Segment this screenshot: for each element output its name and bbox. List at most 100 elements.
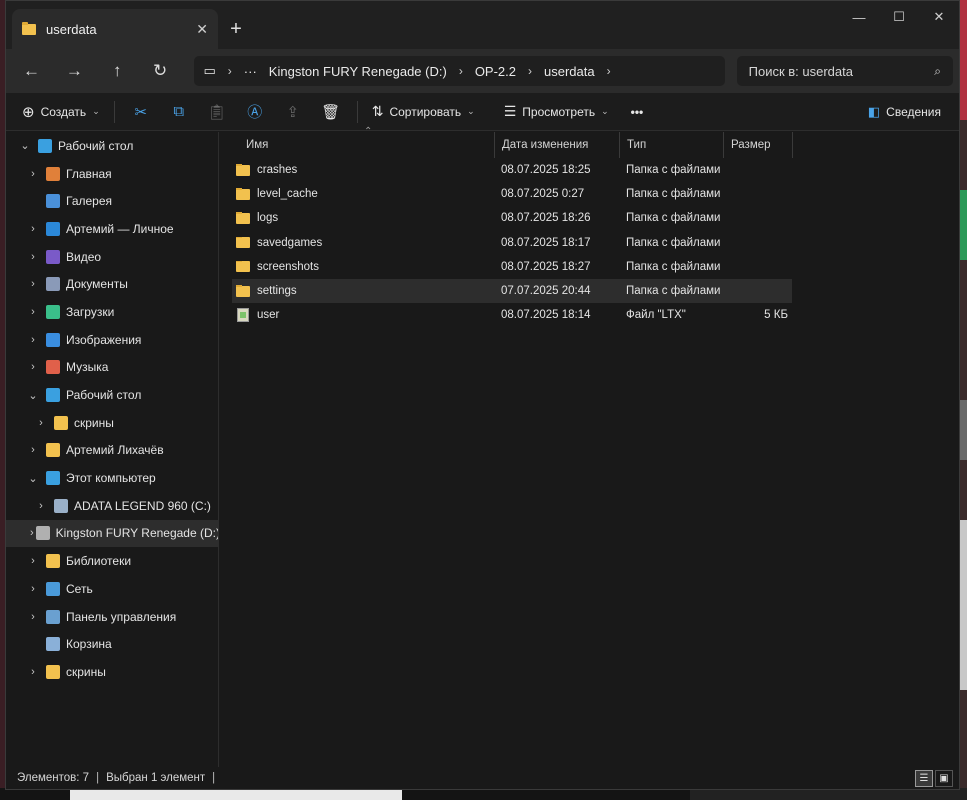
sidebar-item-icon [46, 554, 60, 569]
breadcrumb-userdata[interactable]: userdata [544, 64, 595, 79]
sidebar-item[interactable]: › Панель управления [6, 603, 218, 631]
search-icon: ⌕ [934, 63, 942, 78]
folder-icon [236, 188, 250, 200]
sidebar-item[interactable]: › Kingston FURY Renegade (D:) [6, 519, 219, 548]
delete-button[interactable]: 🗑︎ [313, 97, 349, 127]
chevron-right-icon[interactable]: › [22, 583, 44, 595]
chevron-right-icon[interactable]: › [22, 251, 44, 263]
create-button[interactable]: ⊕ Создать ⌄ [16, 97, 106, 127]
file-row[interactable]: crashes 08.07.2025 18:25 Папка с файлами [232, 158, 792, 182]
details-view-icon: ☰ [919, 773, 929, 784]
sidebar-item[interactable]: ⌄ Этот компьютер [6, 464, 218, 492]
sidebar-item[interactable]: › ADATA LEGEND 960 (C:) [6, 492, 218, 520]
share-button[interactable]: ⇪ [275, 97, 311, 127]
sidebar-item[interactable]: › скрины [6, 658, 218, 686]
refresh-button[interactable]: ↻ [141, 55, 180, 87]
file-list: ⌃ Имя Дата изменения Тип Размер crashes 0… [219, 126, 959, 767]
sidebar-item-label: Сеть [66, 581, 93, 596]
copy-button[interactable]: ⧉ [161, 97, 197, 127]
chevron-right-icon[interactable]: › [22, 611, 44, 623]
column-header-size[interactable]: Размер [724, 132, 793, 158]
file-row[interactable]: savedgames 08.07.2025 18:17 Папка с файлам… [232, 231, 792, 255]
sidebar-item[interactable]: › Видео [6, 243, 218, 271]
breadcrumb-separator[interactable]: › [528, 64, 532, 78]
sidebar-item[interactable]: Корзина [6, 630, 218, 658]
sidebar-item[interactable]: › Артемий Лихачёв [6, 437, 218, 465]
sidebar-item[interactable]: › Артемий — Личное [6, 215, 218, 243]
column-header-name[interactable]: Имя [219, 132, 495, 158]
minimize-button[interactable]: — [839, 1, 879, 33]
sidebar-item[interactable]: › скрины [6, 409, 218, 437]
breadcrumb-separator[interactable]: › [607, 64, 611, 78]
chevron-right-icon[interactable]: › [22, 306, 44, 318]
sidebar-item[interactable]: Галерея [6, 187, 218, 215]
back-button[interactable]: ← [12, 55, 51, 87]
more-options-button[interactable]: ••• [625, 97, 650, 127]
details-pane-button[interactable]: ◧ Сведения [862, 97, 947, 127]
breadcrumb-op[interactable]: OP-2.2 [475, 64, 516, 79]
sidebar-item[interactable]: › Изображения [6, 326, 218, 354]
address-bar[interactable]: ▭ › ··· Kingston FURY Renegade (D:) › OP… [193, 56, 725, 86]
column-header-date[interactable]: Дата изменения [495, 132, 620, 158]
tab-userdata[interactable]: userdata ✕ [12, 9, 218, 49]
maximize-button[interactable]: ☐ [879, 1, 919, 33]
view-label: Просмотреть [522, 104, 596, 119]
file-name: crashes [257, 164, 298, 177]
file-name-cell: settings [232, 285, 501, 297]
sidebar-item[interactable]: ⌄ Рабочий стол [6, 381, 218, 409]
chevron-down-icon[interactable]: ⌄ [14, 139, 36, 152]
sidebar-item[interactable]: › Музыка [6, 354, 218, 382]
chevron-right-icon[interactable]: › [22, 223, 44, 235]
chevron-right-icon[interactable]: › [22, 334, 44, 346]
up-button[interactable]: ↑ [98, 55, 137, 87]
chevron-right-icon[interactable]: › [22, 444, 44, 456]
breadcrumb-drive[interactable]: Kingston FURY Renegade (D:) [269, 64, 447, 79]
rename-button[interactable]: Ⓐ [237, 97, 273, 127]
file-type: Папка с файлами [626, 236, 721, 249]
chevron-right-icon[interactable]: › [22, 278, 44, 290]
chevron-down-icon[interactable]: ⌄ [22, 472, 44, 485]
chevron-right-icon[interactable]: › [22, 361, 44, 373]
sidebar-item[interactable]: › Сеть [6, 575, 218, 603]
file-row[interactable]: settings 07.07.2025 20:44 Папка с файлами [232, 278, 792, 304]
file-type: Папка с файлами [626, 260, 721, 273]
sidebar-item-icon [54, 498, 68, 513]
cut-button[interactable]: ✂ [123, 97, 159, 127]
sort-button[interactable]: ⇅ Сортировать ⌄ [366, 97, 481, 127]
chevron-right-icon[interactable]: › [30, 527, 34, 539]
desktop-background-right [960, 0, 967, 800]
chevron-down-icon[interactable]: ⌄ [22, 389, 44, 402]
sidebar-item-label: Kingston FURY Renegade (D:) [55, 526, 219, 541]
file-row[interactable]: logs 08.07.2025 18:26 Папка с файлами [232, 206, 792, 230]
breadcrumb-overflow-button[interactable]: ··· [244, 64, 257, 79]
chevron-right-icon[interactable]: › [22, 555, 44, 567]
column-header-type[interactable]: Тип [620, 132, 724, 158]
paste-button[interactable]: 📋︎ [199, 97, 235, 127]
sidebar-item-icon [46, 637, 60, 652]
file-row[interactable]: screenshots 08.07.2025 18:27 Папка с файла… [232, 255, 792, 279]
sidebar-item[interactable]: ⌄ Рабочий стол [6, 132, 218, 160]
new-tab-button[interactable]: + [218, 9, 254, 49]
file-type: Файл "LTX" [626, 309, 686, 322]
file-row[interactable]: level_cache 08.07.2025 0:27 Папка с файлам… [232, 182, 792, 206]
details-view-button[interactable]: ☰ [915, 770, 933, 787]
breadcrumb-separator[interactable]: › [459, 64, 463, 78]
sidebar-item[interactable]: › Загрузки [6, 298, 218, 326]
chevron-right-icon[interactable]: › [30, 500, 52, 512]
sidebar-item[interactable]: › Главная [6, 160, 218, 188]
chevron-right-icon[interactable]: › [22, 666, 44, 678]
sidebar-item-icon [46, 581, 60, 596]
forward-button[interactable]: → [55, 55, 94, 87]
close-button[interactable]: ✕ [919, 1, 959, 33]
chevron-right-icon[interactable]: › [22, 168, 44, 180]
view-button[interactable]: ☰ Просмотреть ⌄ [498, 97, 615, 127]
file-row[interactable]: user 08.07.2025 18:14 Файл "LTX" 5 КБ [232, 303, 792, 327]
sidebar-item[interactable]: › Библиотеки [6, 547, 218, 575]
sidebar-item[interactable]: › Документы [6, 270, 218, 298]
tiles-view-button[interactable]: ▣ [935, 770, 953, 787]
file-name-cell: user [232, 308, 501, 323]
close-tab-icon[interactable]: ✕ [196, 21, 208, 38]
search-input[interactable]: Поиск в: userdata ⌕ [736, 56, 954, 86]
chevron-right-icon[interactable]: › [30, 417, 52, 429]
sidebar-item-label: Рабочий стол [58, 138, 134, 153]
